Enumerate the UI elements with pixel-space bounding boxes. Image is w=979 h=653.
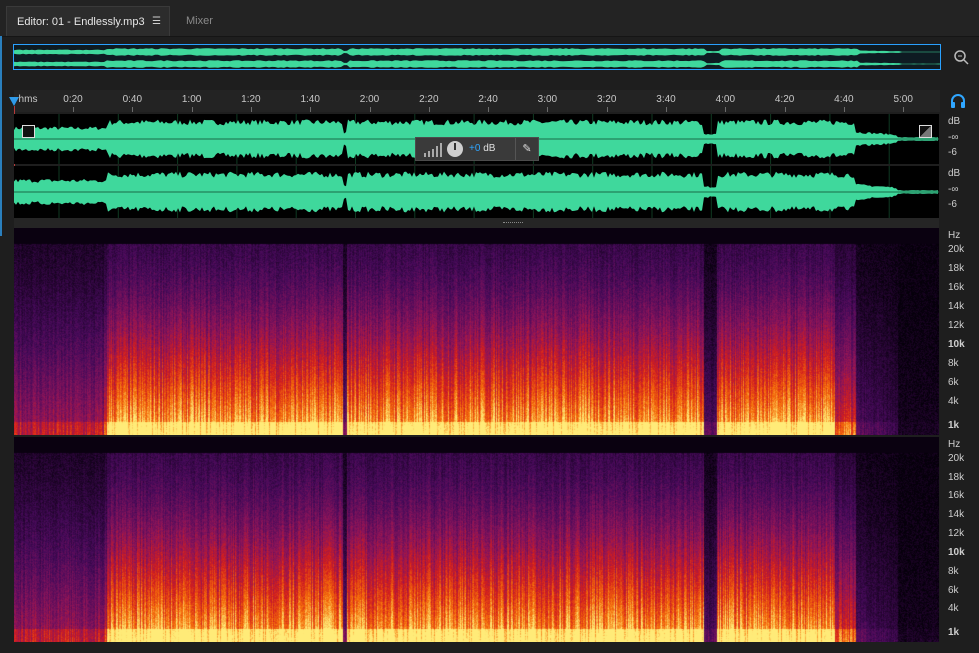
- spectral-scale-label: 1k: [948, 627, 960, 638]
- level-meter-icon: [424, 143, 442, 157]
- ruler-tick-label: 2:20: [419, 94, 439, 105]
- ruler-tick-label: 1:40: [300, 94, 320, 105]
- ruler-tick-label: 0:20: [63, 94, 83, 105]
- ruler-tick-label: 2:00: [359, 94, 380, 105]
- ruler-tick-mark: [369, 107, 371, 112]
- view-divider[interactable]: [14, 218, 939, 228]
- scale-label: dB: [948, 168, 961, 179]
- spectral-scale-label: 20k: [948, 244, 965, 255]
- ruler-tick-label: 4:40: [834, 94, 854, 105]
- spectral-scale-label: 18k: [948, 472, 965, 483]
- ruler-tick-mark: [725, 107, 727, 112]
- waveform-channel-right[interactable]: [14, 166, 939, 218]
- spectral-scale-label: 10k: [948, 339, 965, 350]
- spectral-scale-label: 8k: [948, 358, 959, 369]
- ruler-tick-mark: [547, 107, 549, 112]
- hud-volume-control[interactable]: +0 dB ✎: [415, 137, 539, 161]
- divider-grip-icon[interactable]: [503, 222, 523, 225]
- tab-editor-label: Editor: 01 - Endlessly.mp3: [17, 16, 145, 28]
- scale-label: -∞: [948, 184, 959, 195]
- spectral-scale-label: 10k: [948, 547, 965, 558]
- spectral-scale-label: 4k: [948, 396, 959, 407]
- ruler-tick-label: 3:00: [537, 94, 558, 105]
- ruler-tick-mark: [488, 107, 490, 112]
- ruler-tick-mark: [784, 107, 786, 112]
- ruler-tick-label: 0:40: [122, 94, 143, 105]
- ruler-tick-mark: [191, 107, 193, 112]
- ruler-tick-label: 2:40: [478, 94, 498, 105]
- scale-label: -∞: [948, 132, 959, 143]
- gain-unit: dB: [483, 143, 496, 154]
- spectral-scale-label: 6k: [948, 377, 959, 388]
- spectral-scale-label: 12k: [948, 528, 965, 539]
- spectral-scale-label: 14k: [948, 509, 965, 520]
- scale-label: -6: [948, 199, 957, 210]
- zoom-navigator-icon[interactable]: [952, 48, 970, 66]
- tab-mixer-label: Mixer: [186, 15, 213, 27]
- spectral-scale-right: Hz 20k 18k 16k 14k 12k 10k 8k 6k 4k 1k: [942, 437, 978, 642]
- spectral-scale-label: 14k: [948, 301, 965, 312]
- ruler-tick-mark: [903, 107, 905, 112]
- ruler-tick-label: 3:20: [596, 94, 617, 105]
- ruler-tick-label: 4:20: [774, 94, 795, 105]
- overview-waveform[interactable]: [13, 44, 941, 70]
- ruler-tick-mark: [132, 107, 134, 112]
- spectral-scale-label: 18k: [948, 263, 965, 274]
- ruler-tick-label: 1:00: [181, 94, 202, 105]
- time-ruler[interactable]: hms 0:20 0:40 1:00 1:20 1:40 2:00 2:20 2:40 3:00…: [14, 90, 940, 112]
- spectral-scale-label: Hz: [948, 439, 961, 450]
- ruler-tick-label: 1:20: [241, 94, 261, 105]
- gain-value: +0: [469, 143, 481, 154]
- fade-out-handle[interactable]: [919, 125, 932, 138]
- volume-knob[interactable]: [447, 141, 463, 157]
- ruler-tick-mark: [250, 107, 252, 112]
- ruler-tick-mark: [428, 107, 430, 112]
- spectral-scale-label: 8k: [948, 566, 959, 577]
- tab-mixer[interactable]: Mixer: [186, 6, 213, 36]
- ruler-tick-label: 4:00: [715, 94, 736, 105]
- playhead-handle[interactable]: [9, 97, 19, 106]
- ruler-tick-mark: [310, 107, 312, 112]
- tab-bar: Editor: 01 - Endlessly.mp3 ☰ Mixer: [0, 0, 979, 37]
- scale-label: -6: [948, 147, 957, 158]
- gain-readout[interactable]: +0 dB: [469, 143, 495, 154]
- ruler-tick-mark: [843, 107, 845, 112]
- tab-editor[interactable]: Editor: 01 - Endlessly.mp3 ☰: [6, 6, 170, 36]
- spectral-scale-left: Hz 20k 18k 16k 14k 12k 10k 8k 6k 4k 1k: [942, 228, 978, 435]
- ruler-tick-mark: [606, 107, 608, 112]
- spectral-scale-label: Hz: [948, 230, 961, 241]
- ruler-tick-mark: [73, 107, 74, 112]
- spectral-scale-label: 12k: [948, 320, 965, 331]
- spectral-scale-label: 4k: [948, 603, 959, 614]
- pin-icon[interactable]: ✎: [515, 138, 538, 160]
- ruler-tick-label: 5:00: [893, 94, 913, 105]
- ruler-tick-label: 3:40: [656, 94, 676, 105]
- overview-wave-graphic: [14, 48, 940, 68]
- spectrogram-right-graphic: [14, 437, 939, 642]
- waveform-right-graphic: [14, 166, 939, 218]
- panel-edge: [0, 36, 2, 236]
- spectral-scale-label: 16k: [948, 490, 965, 501]
- spectral-scale-label: 16k: [948, 282, 965, 293]
- ruler-unit-label: hms: [18, 94, 38, 105]
- spectral-scale-label: 6k: [948, 585, 959, 596]
- spectral-channel-left[interactable]: [14, 228, 939, 435]
- spectral-channel-right[interactable]: [14, 437, 939, 642]
- spectral-scale-label: 1k: [948, 420, 960, 431]
- waveform-scale-right: dB -∞ -6: [942, 166, 978, 218]
- ruler-tick-mark: [666, 107, 667, 112]
- fade-in-handle[interactable]: [22, 125, 35, 138]
- scale-label: dB: [948, 116, 961, 127]
- spectral-scale-label: 20k: [948, 453, 965, 464]
- hamburger-icon[interactable]: ☰: [152, 7, 161, 37]
- headphones-icon[interactable]: [950, 94, 966, 108]
- waveform-scale-left: dB -∞ -6: [942, 114, 978, 164]
- spectrogram-left-graphic: [14, 228, 939, 435]
